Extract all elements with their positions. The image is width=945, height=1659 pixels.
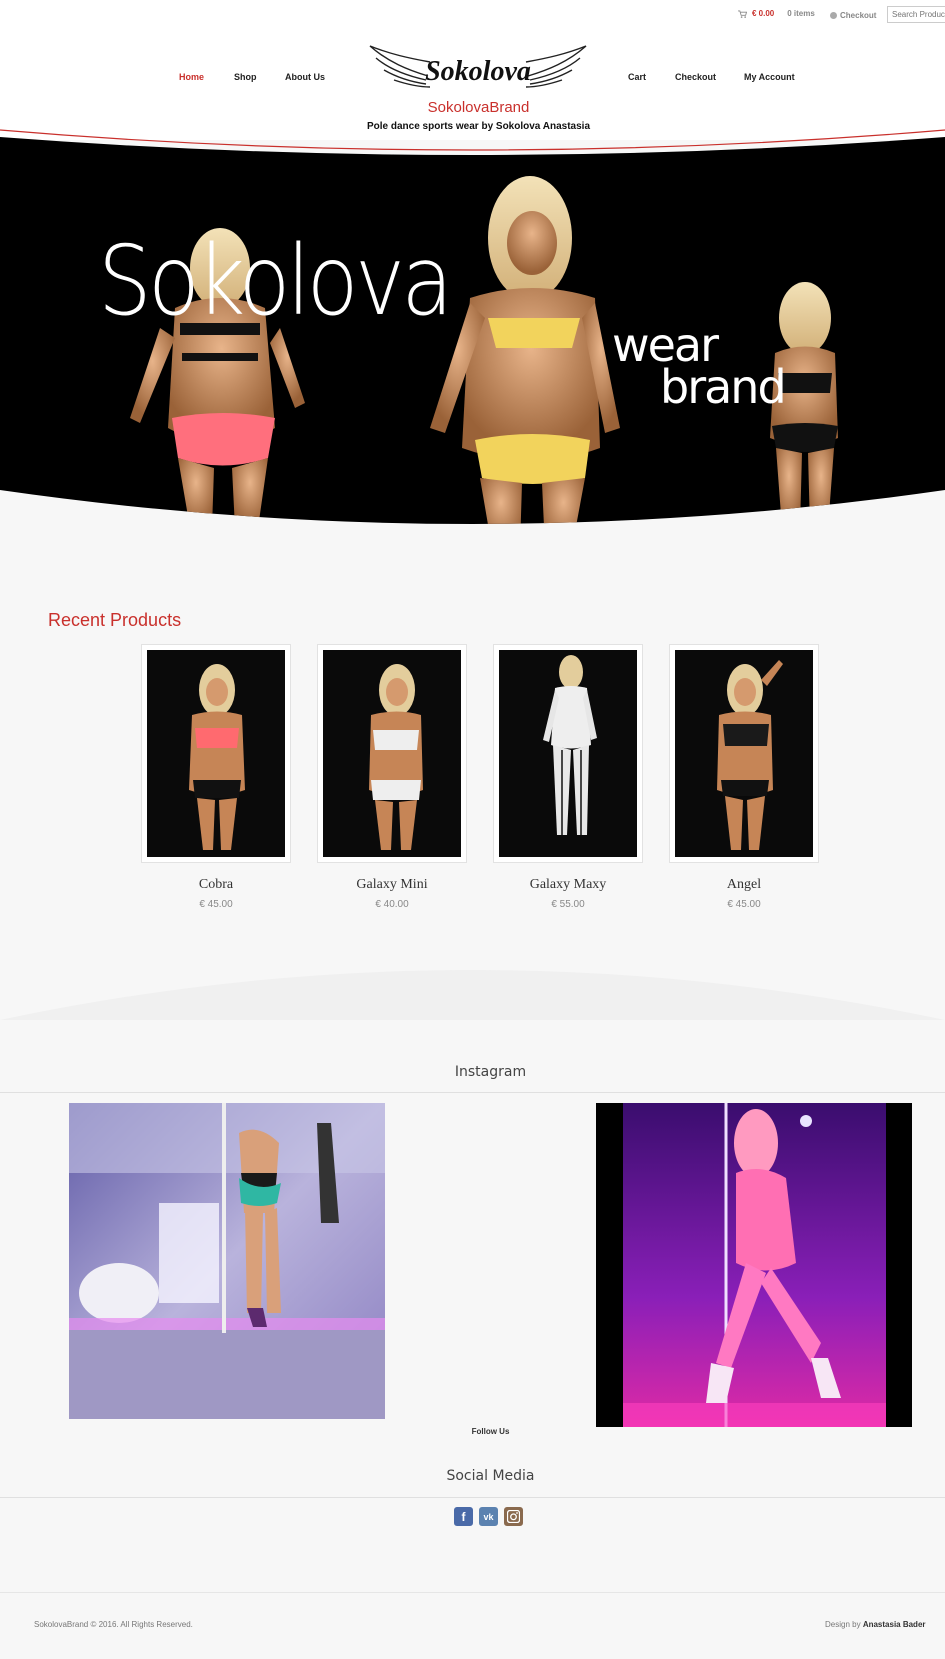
- product-price: € 55.00: [551, 899, 585, 910]
- nav-my-account[interactable]: My Account: [744, 72, 795, 82]
- instagram-photo[interactable]: [596, 1103, 912, 1427]
- product-image-frame[interactable]: [317, 644, 467, 863]
- facebook-icon[interactable]: f: [454, 1507, 473, 1526]
- instagram-icon[interactable]: [504, 1507, 523, 1526]
- instagram-photo[interactable]: [69, 1103, 385, 1419]
- product-card[interactable]: Galaxy Maxy € 55.00: [493, 644, 643, 910]
- nav-shop[interactable]: Shop: [234, 72, 257, 82]
- footer-copyright: SokolovaBrand © 2016. All Rights Reserve…: [34, 1620, 193, 1629]
- footer-designer-link[interactable]: Anastasia Bader: [863, 1620, 926, 1629]
- nav-cart[interactable]: Cart: [628, 72, 646, 82]
- hero-banner: [0, 129, 945, 524]
- nav-about-us[interactable]: About Us: [285, 72, 325, 82]
- cart-icon: [738, 9, 747, 18]
- logo-text: Sokolova: [425, 56, 531, 87]
- mini-cart[interactable]: € 0.00 0 items: [738, 9, 815, 18]
- cart-item-count[interactable]: 0 items: [787, 9, 815, 18]
- footer-credit: Design by Anastasia Bader: [825, 1620, 926, 1629]
- product-image-frame[interactable]: [669, 644, 819, 863]
- cart-total[interactable]: € 0.00: [752, 9, 774, 18]
- site-header: Home Shop About Us Sokolova Cart Checkou…: [0, 28, 945, 140]
- product-price: € 45.00: [727, 899, 761, 910]
- social-links: f vk: [454, 1507, 523, 1526]
- product-image[interactable]: [675, 650, 813, 857]
- recent-products-title: Recent Products: [48, 610, 182, 630]
- checkout-icon: [830, 12, 837, 19]
- product-image-frame[interactable]: [493, 644, 643, 863]
- site-logo[interactable]: Sokolova: [368, 40, 588, 98]
- product-image-frame[interactable]: [141, 644, 291, 863]
- follow-us-link[interactable]: Follow Us: [0, 1427, 945, 1436]
- product-image[interactable]: [147, 650, 285, 857]
- product-price: € 40.00: [375, 899, 409, 910]
- footer-divider: [0, 1592, 945, 1593]
- product-image[interactable]: [499, 650, 637, 857]
- vk-icon[interactable]: vk: [479, 1507, 498, 1526]
- nav-checkout[interactable]: Checkout: [675, 72, 716, 82]
- site-title[interactable]: SokolovaBrand: [0, 99, 945, 116]
- product-image[interactable]: [323, 650, 461, 857]
- top-checkout-label[interactable]: Checkout: [840, 11, 876, 20]
- divider: [0, 1092, 945, 1093]
- top-checkout-link[interactable]: Checkout: [830, 11, 876, 20]
- footer-credit-prefix: Design by: [825, 1620, 861, 1629]
- section-divider-wave: [0, 970, 945, 1020]
- product-price: € 45.00: [199, 899, 233, 910]
- product-name[interactable]: Galaxy Maxy: [493, 877, 643, 893]
- product-name[interactable]: Galaxy Mini: [317, 877, 467, 893]
- product-name[interactable]: Cobra: [141, 877, 291, 893]
- product-name[interactable]: Angel: [669, 877, 819, 893]
- instagram-title: Instagram: [454, 1064, 527, 1080]
- instagram-glyph: [507, 1510, 520, 1523]
- divider: [0, 1497, 945, 1498]
- nav-home[interactable]: Home: [179, 72, 204, 82]
- hero-subheading-brand: brand: [660, 360, 787, 414]
- social-media-title: Social Media: [446, 1468, 535, 1484]
- hero-heading: Sokolova: [98, 225, 453, 337]
- product-card[interactable]: Galaxy Mini € 40.00: [317, 644, 467, 910]
- search-input[interactable]: [887, 6, 945, 23]
- product-card[interactable]: Cobra € 45.00: [141, 644, 291, 910]
- product-card[interactable]: Angel € 45.00: [669, 644, 819, 910]
- top-bar: € 0.00 0 items Checkout: [0, 0, 945, 28]
